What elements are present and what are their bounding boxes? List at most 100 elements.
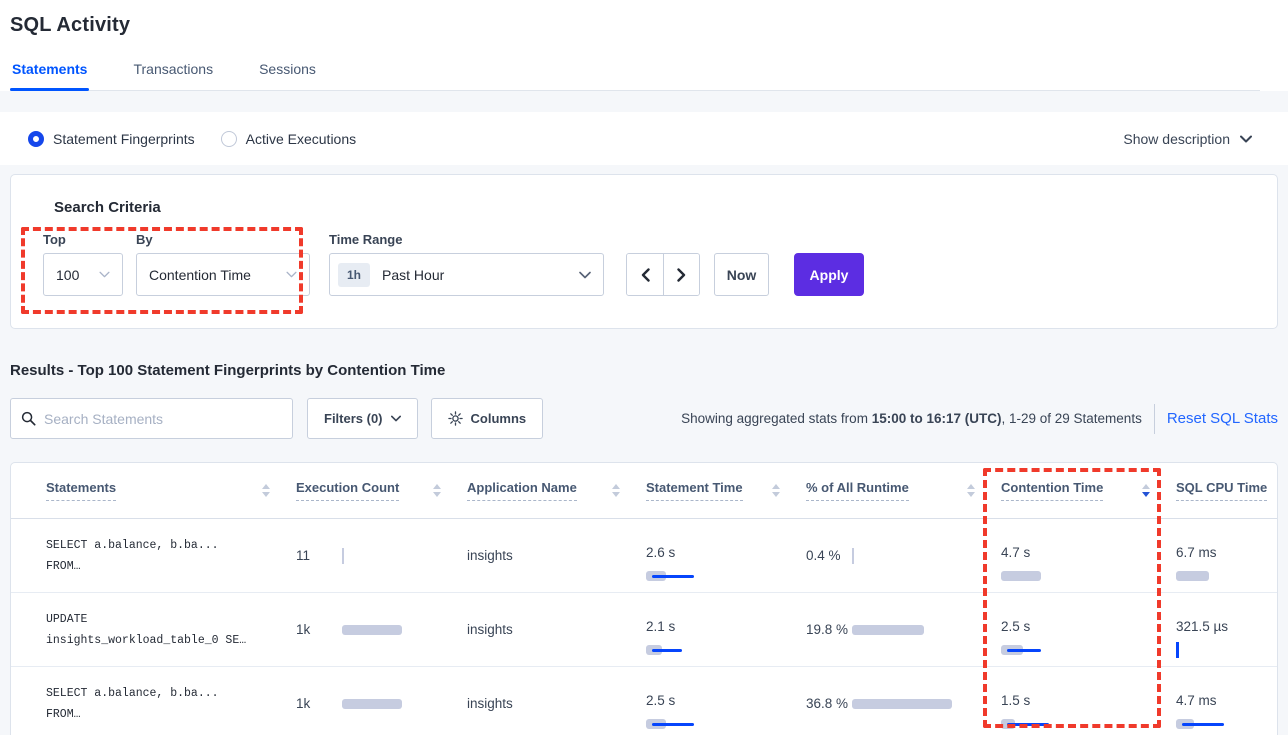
- col-header-statements[interactable]: Statements: [46, 480, 296, 501]
- col-header-label[interactable]: % of All Runtime: [806, 480, 909, 501]
- chevron-down-icon: [286, 271, 297, 278]
- by-select-value: Contention Time: [149, 267, 286, 283]
- search-criteria-panel: Search Criteria Top 100 By Contention Ti…: [10, 174, 1278, 329]
- time-range-select[interactable]: 1h Past Hour: [329, 253, 604, 296]
- statement-time-value: 2.1 s: [646, 617, 702, 636]
- chevron-down-icon: [1240, 135, 1252, 143]
- execution-count-bar: [342, 623, 437, 637]
- columns-label: Columns: [471, 411, 527, 426]
- time-range-label: Time Range: [329, 232, 604, 247]
- radio-unselected-icon[interactable]: [221, 131, 237, 147]
- execution-count-cell: 1k: [296, 696, 467, 711]
- show-description-toggle[interactable]: Show description: [1123, 131, 1252, 147]
- tab-bar: Statements Transactions Sessions: [10, 61, 1260, 91]
- filters-label: Filters (0): [324, 411, 383, 426]
- statement-line1: SELECT a.balance, b.ba...: [46, 683, 296, 704]
- sort-icon[interactable]: [967, 484, 975, 497]
- runtime-pct-value: 0.4 %: [806, 548, 848, 563]
- tab-sessions[interactable]: Sessions: [257, 61, 318, 90]
- contention-time-value: 1.5 s: [1001, 691, 1057, 710]
- columns-button[interactable]: Columns: [431, 398, 544, 439]
- statement-line2: FROM…: [46, 556, 296, 577]
- tab-statements[interactable]: Statements: [10, 61, 89, 90]
- col-header-application-name[interactable]: Application Name: [467, 480, 646, 501]
- runtime-pct-bar: [852, 549, 971, 563]
- time-range-badge: 1h: [338, 263, 370, 287]
- sort-icon[interactable]: [772, 484, 780, 497]
- statement-time-cell: 2.5 s: [646, 691, 806, 717]
- col-header-contention-time[interactable]: Contention Time: [1001, 480, 1176, 501]
- application-name-cell: insights: [467, 548, 646, 563]
- table-row: SELECT a.balance, b.ba... FROM… 11 insig…: [11, 519, 1277, 593]
- by-label: By: [136, 232, 310, 247]
- col-header-label[interactable]: Contention Time: [1001, 480, 1103, 501]
- application-name-cell: insights: [467, 622, 646, 637]
- col-header-label[interactable]: Statements: [46, 480, 116, 501]
- search-input[interactable]: [44, 411, 282, 427]
- statement-line2: insights_workload_table_0 SE…: [46, 630, 296, 651]
- contention-time-cell: 2.5 s: [1001, 617, 1176, 643]
- col-header-label[interactable]: Application Name: [467, 480, 577, 501]
- runtime-pct-cell: 19.8 %: [806, 622, 1001, 637]
- search-criteria-title: Search Criteria: [54, 199, 1257, 216]
- statement-line1: UPDATE: [46, 609, 296, 630]
- col-header-execution-count[interactable]: Execution Count: [296, 480, 467, 501]
- top-field: Top 100: [43, 232, 123, 296]
- chevron-down-icon: [99, 271, 110, 278]
- statement-link[interactable]: UPDATE insights_workload_table_0 SE…: [46, 609, 296, 651]
- show-description-label: Show description: [1123, 131, 1230, 147]
- statement-time-value: 2.6 s: [646, 543, 702, 562]
- view-radio-group: Statement Fingerprints Active Executions: [28, 131, 356, 147]
- time-prev-button[interactable]: [627, 254, 663, 295]
- statement-line2: FROM…: [46, 704, 296, 725]
- execution-count-value: 1k: [296, 622, 338, 637]
- statements-table: Statements Execution Count Application N…: [10, 462, 1278, 735]
- statement-time-cell: 2.1 s: [646, 617, 806, 643]
- by-select[interactable]: Contention Time: [136, 253, 310, 296]
- radio-statement-fingerprints[interactable]: Statement Fingerprints: [28, 131, 195, 147]
- runtime-pct-bar: [852, 623, 971, 637]
- top-select[interactable]: 100: [43, 253, 123, 296]
- sort-icon[interactable]: [612, 484, 620, 497]
- by-field: By Contention Time: [136, 232, 310, 296]
- col-header-runtime-pct[interactable]: % of All Runtime: [806, 480, 1001, 501]
- cpu-time-value: 321.5 µs: [1176, 617, 1232, 636]
- statement-link[interactable]: SELECT a.balance, b.ba... FROM…: [46, 535, 296, 577]
- runtime-pct-cell: 36.8 %: [806, 696, 1001, 711]
- contention-time-value: 4.7 s: [1001, 543, 1057, 562]
- radio-active-executions[interactable]: Active Executions: [221, 131, 357, 147]
- statement-time-cell: 2.6 s: [646, 543, 806, 569]
- sort-icon[interactable]: [433, 484, 441, 497]
- search-icon: [21, 411, 36, 426]
- chevron-left-icon: [641, 268, 650, 282]
- apply-button[interactable]: Apply: [794, 253, 864, 296]
- execution-count-value: 11: [296, 548, 338, 563]
- time-range-field: Time Range 1h Past Hour: [329, 232, 604, 296]
- radio-selected-icon[interactable]: [28, 131, 44, 147]
- sql-activity-page: SQL Activity Statements Transactions Ses…: [0, 0, 1288, 735]
- col-header-label[interactable]: SQL CPU Time: [1176, 480, 1267, 501]
- col-header-label[interactable]: Execution Count: [296, 480, 399, 501]
- stats-suffix: , 1-29 of 29 Statements: [1001, 411, 1141, 426]
- time-next-button[interactable]: [663, 254, 699, 295]
- top-label: Top: [43, 232, 123, 247]
- cpu-time-cell: 4.7 ms: [1176, 691, 1271, 717]
- statement-search-box[interactable]: [10, 398, 293, 439]
- chevron-down-icon: [579, 271, 591, 279]
- col-header-label[interactable]: Statement Time: [646, 480, 743, 501]
- table-header-row: Statements Execution Count Application N…: [11, 463, 1277, 519]
- stats-summary: Showing aggregated stats from 15:00 to 1…: [681, 411, 1142, 426]
- page-title: SQL Activity: [10, 14, 1260, 37]
- runtime-pct-bar: [852, 697, 971, 711]
- reset-sql-stats-link[interactable]: Reset SQL Stats: [1167, 410, 1278, 427]
- tab-transactions[interactable]: Transactions: [131, 61, 215, 90]
- filters-button[interactable]: Filters (0): [307, 398, 418, 439]
- col-header-statement-time[interactable]: Statement Time: [646, 480, 806, 501]
- now-button[interactable]: Now: [714, 253, 769, 296]
- statement-link[interactable]: SELECT a.balance, b.ba... FROM…: [46, 683, 296, 725]
- col-header-sql-cpu-time[interactable]: SQL CPU Time: [1176, 480, 1288, 501]
- contention-time-value: 2.5 s: [1001, 617, 1057, 636]
- sort-icon[interactable]: [262, 484, 270, 497]
- cpu-time-cell: 321.5 µs: [1176, 617, 1271, 643]
- sort-icon[interactable]: [1142, 484, 1150, 497]
